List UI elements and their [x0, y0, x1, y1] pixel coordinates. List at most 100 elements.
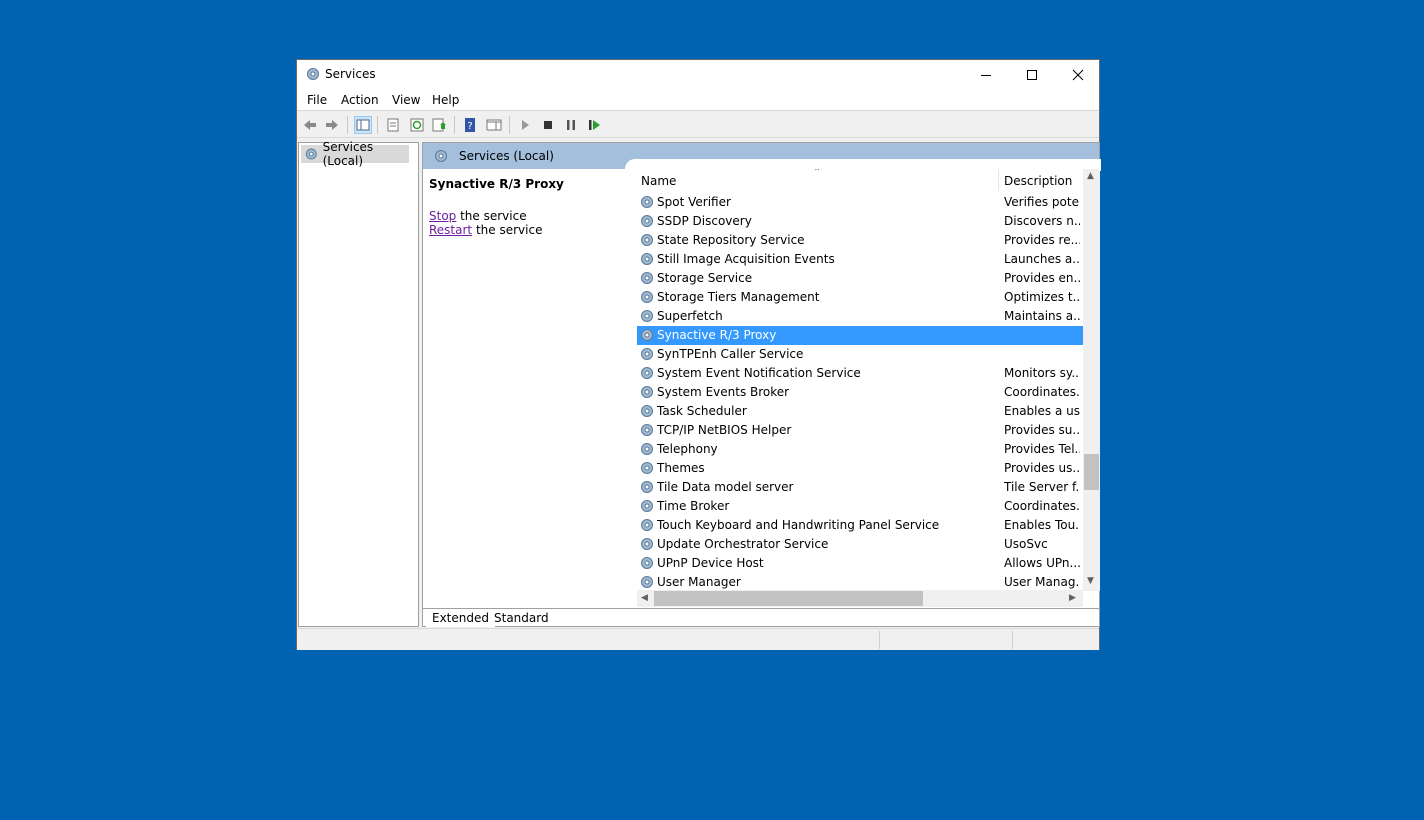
service-row[interactable]: Update Orchestrator Service UsoSvc [637, 535, 1083, 554]
pause-service-icon [567, 120, 575, 130]
service-gear-icon [641, 538, 653, 550]
service-name: Storage Tiers Management [657, 290, 820, 304]
menu-action[interactable]: Action [341, 93, 379, 107]
tab-standard[interactable]: Standard [488, 609, 555, 627]
service-row[interactable]: System Event Notification Service Monitor… [637, 364, 1083, 383]
title-bar[interactable]: Services [297, 60, 1099, 89]
menu-view[interactable]: View [392, 93, 420, 107]
scroll-left-icon[interactable]: ◀ [641, 593, 648, 603]
column-header-name[interactable]: Name [641, 174, 676, 188]
scroll-down-icon[interactable]: ▼ [1087, 576, 1094, 586]
services-main-pane: Services (Local) Synactive R/3 Proxy Sto… [422, 142, 1101, 627]
service-gear-icon [641, 253, 653, 265]
service-gear-icon [641, 329, 653, 341]
service-row[interactable]: SSDP Discovery Discovers n... [637, 212, 1083, 231]
service-row[interactable]: Storage Service Provides en... [637, 269, 1083, 288]
toolbar-separator [347, 116, 348, 134]
pause-service-button[interactable] [562, 116, 580, 134]
view-tabs: Extended Standard [422, 608, 1100, 627]
toolbar-separator [377, 116, 378, 134]
service-gear-icon [641, 196, 653, 208]
service-row[interactable]: Still Image Acquisition Events Launches a… [637, 250, 1083, 269]
stop-service-button[interactable] [539, 116, 557, 134]
service-row[interactable]: Tile Data model server Tile Server f... [637, 478, 1083, 497]
menu-help[interactable]: Help [432, 93, 459, 107]
service-row[interactable]: Task Scheduler Enables a us... [637, 402, 1083, 421]
service-row[interactable]: UPnP Device Host Allows UPn... [637, 554, 1083, 573]
service-gear-icon [641, 519, 653, 531]
service-name: Synactive R/3 Proxy [657, 328, 777, 342]
forward-button[interactable] [323, 116, 341, 134]
show-action-pane-button[interactable] [485, 116, 503, 134]
tree-item-services-local[interactable]: Services (Local) [301, 140, 409, 168]
console-tree-pane: Services (Local) [298, 140, 419, 627]
service-rows: Spot Verifier Verifies pote... SSDP Discov… [637, 193, 1083, 591]
help-button[interactable]: ? [461, 116, 479, 134]
service-name: Still Image Acquisition Events [657, 252, 835, 266]
service-row[interactable]: System Events Broker Coordinates... [637, 383, 1083, 402]
service-row[interactable]: Themes Provides us... [637, 459, 1083, 478]
service-description: Coordinates... [1004, 499, 1080, 513]
horizontal-scroll-thumb[interactable] [654, 591, 923, 606]
restart-service-link[interactable]: Restart [429, 223, 472, 237]
service-row[interactable]: Touch Keyboard and Handwriting Panel Ser… [637, 516, 1083, 535]
service-gear-icon [641, 291, 653, 303]
service-row[interactable]: TCP/IP NetBIOS Helper Provides su... [637, 421, 1083, 440]
service-row[interactable]: Storage Tiers Management Optimizes t... [637, 288, 1083, 307]
service-gear-icon [641, 234, 653, 246]
minimize-button[interactable] [963, 60, 1009, 89]
close-button[interactable] [1055, 60, 1101, 89]
service-description: Provides en... [1004, 271, 1080, 285]
service-description: Provides us... [1004, 461, 1080, 475]
service-name: UPnP Device Host [657, 556, 764, 570]
service-row[interactable]: Synactive R/3 Proxy [637, 326, 1083, 345]
service-name: SynTPEnh Caller Service [657, 347, 804, 361]
menu-file[interactable]: File [307, 93, 327, 107]
service-description: Provides Tel... [1004, 442, 1080, 456]
stop-service-link[interactable]: Stop [429, 209, 456, 223]
export-list-button[interactable] [384, 116, 402, 134]
service-row[interactable]: Spot Verifier Verifies pote... [637, 193, 1083, 212]
tab-extended[interactable]: Extended [426, 609, 495, 627]
minimize-icon [981, 74, 991, 76]
toolbar-separator [509, 116, 510, 134]
service-description: Discovers n... [1004, 214, 1080, 228]
restart-service-button[interactable] [585, 116, 603, 134]
service-row[interactable]: Time Broker Coordinates... [637, 497, 1083, 516]
scroll-up-icon[interactable]: ▲ [1087, 171, 1094, 181]
service-gear-icon [641, 481, 653, 493]
service-description: Optimizes t... [1004, 290, 1080, 304]
column-headers: ⌃ Name Description [637, 169, 1083, 193]
service-row[interactable]: State Repository Service Provides re... [637, 231, 1083, 250]
service-name: Update Orchestrator Service [657, 537, 829, 551]
service-gear-icon [641, 443, 653, 455]
service-name: User Manager [657, 575, 741, 589]
service-description: Verifies pote... [1004, 195, 1080, 209]
column-divider[interactable] [998, 169, 999, 191]
horizontal-scrollbar[interactable]: ◀ ▶ [637, 590, 1083, 607]
service-name: Superfetch [657, 309, 723, 323]
column-header-description[interactable]: Description [1004, 174, 1072, 188]
service-description: Enables a us... [1004, 404, 1080, 418]
service-row[interactable]: Telephony Provides Tel... [637, 440, 1083, 459]
help-icon: ? [465, 118, 475, 132]
scroll-right-icon[interactable]: ▶ [1069, 593, 1076, 603]
service-row[interactable]: User Manager User Manag... [637, 573, 1083, 591]
service-gear-icon [641, 462, 653, 474]
service-row[interactable]: Superfetch Maintains a... [637, 307, 1083, 326]
service-row[interactable]: SynTPEnh Caller Service [637, 345, 1083, 364]
refresh-icon [410, 118, 424, 132]
start-service-icon [522, 120, 529, 130]
start-service-button[interactable] [516, 116, 534, 134]
vertical-scroll-thumb[interactable] [1084, 454, 1099, 490]
maximize-button[interactable] [1009, 60, 1055, 89]
service-name: Touch Keyboard and Handwriting Panel Ser… [657, 518, 940, 532]
back-button[interactable] [301, 116, 319, 134]
forward-arrow-icon [326, 120, 338, 130]
service-gear-icon [641, 272, 653, 284]
service-gear-icon [641, 557, 653, 569]
refresh-button[interactable] [408, 116, 426, 134]
properties-button[interactable] [430, 116, 448, 134]
vertical-scrollbar[interactable]: ▲ ▼ [1083, 169, 1100, 591]
show-console-tree-button[interactable] [354, 116, 372, 134]
